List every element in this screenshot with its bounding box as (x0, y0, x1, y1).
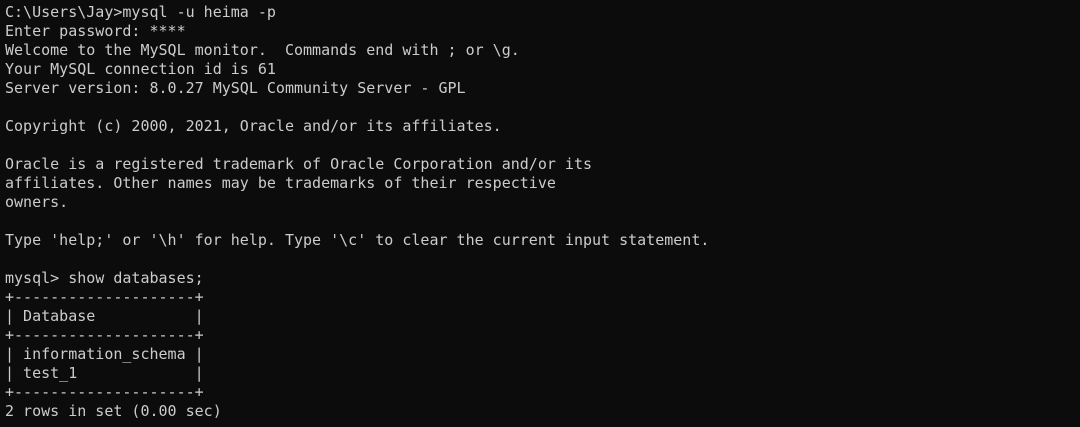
command-line: C:\Users\Jay>mysql -u heima -p (5, 3, 276, 21)
table-row: | information_schema | (5, 345, 204, 363)
terminal-window[interactable]: C:\Users\Jay>mysql -u heima -p Enter pas… (0, 0, 1080, 427)
welcome-message: Welcome to the MySQL monitor. Commands e… (5, 41, 520, 59)
table-border-top: +--------------------+ (5, 288, 204, 306)
trademark-line-2: affiliates. Other names may be trademark… (5, 174, 556, 192)
password-prompt: Enter password: **** (5, 22, 186, 40)
trademark-line-1: Oracle is a registered trademark of Orac… (5, 155, 592, 173)
table-border-bottom: +--------------------+ (5, 383, 204, 401)
connection-id: Your MySQL connection id is 61 (5, 60, 276, 78)
table-row: | test_1 | (5, 364, 204, 382)
trademark-line-3: owners. (5, 193, 69, 211)
result-summary: 2 rows in set (0.00 sec) (5, 402, 222, 420)
server-version: Server version: 8.0.27 MySQL Community S… (5, 79, 466, 97)
help-hint: Type 'help;' or '\h' for help. Type '\c'… (5, 231, 710, 249)
table-header-row: | Database | (5, 307, 204, 325)
mysql-command: mysql> show databases; (5, 269, 204, 287)
copyright-line: Copyright (c) 2000, 2021, Oracle and/or … (5, 117, 502, 135)
table-border-header: +--------------------+ (5, 326, 204, 344)
